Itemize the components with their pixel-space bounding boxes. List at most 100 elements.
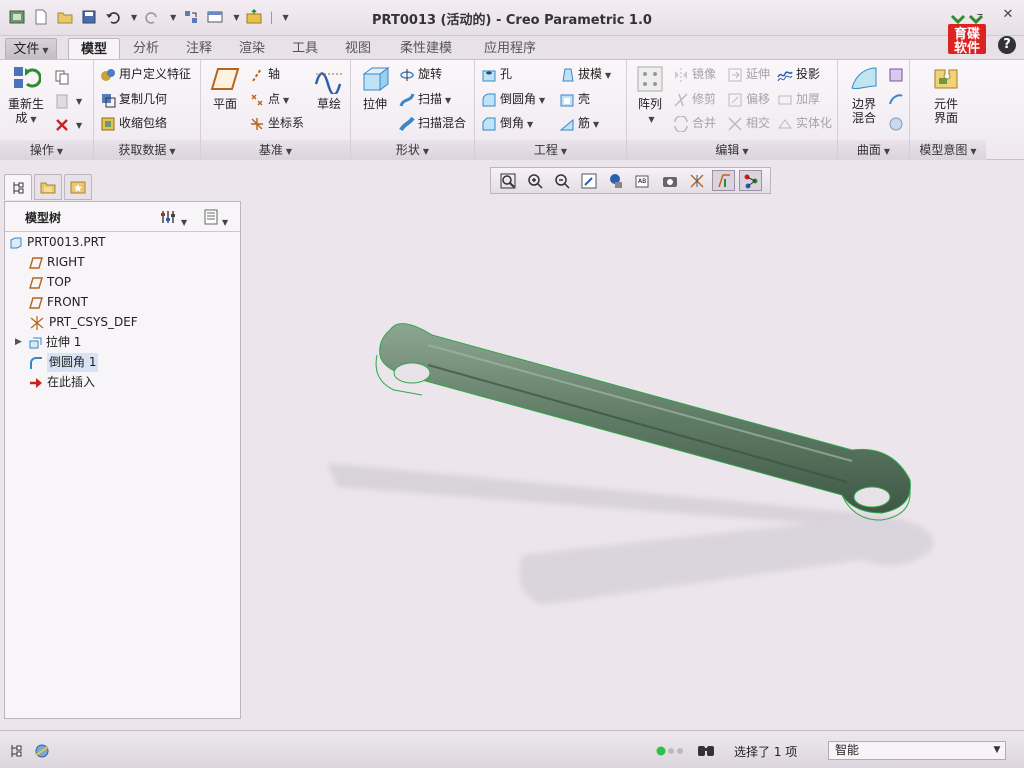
tab-flexible-modeling[interactable]: 柔性建模: [388, 38, 464, 60]
swept-blend-button[interactable]: 扫描混合: [399, 113, 466, 133]
trim-button[interactable]: 修剪: [673, 89, 716, 109]
tab-analysis[interactable]: 分析: [122, 38, 170, 60]
graphics-window[interactable]: [242, 195, 1024, 730]
display-style-button[interactable]: [604, 170, 627, 191]
chamfer-button[interactable]: 倒角 ▼: [481, 113, 533, 133]
group-label-model-intent[interactable]: 模型意图 ▼: [910, 140, 986, 160]
merge-button[interactable]: 合并: [673, 113, 716, 133]
csys-button[interactable]: 坐标系: [249, 113, 304, 133]
group-label-get-data[interactable]: 获取数据 ▼: [94, 140, 200, 160]
extrude-icon: [362, 67, 390, 91]
tree-item-part[interactable]: PRT0013.PRT: [9, 233, 105, 252]
group-label-editing[interactable]: 编辑 ▼: [627, 140, 837, 160]
tree-item-insert-here[interactable]: 在此插入: [29, 373, 95, 392]
selection-filter[interactable]: 智能 ▼: [828, 741, 1006, 760]
tree-settings-button[interactable]: ▼: [160, 209, 187, 228]
find-button[interactable]: [696, 741, 716, 762]
extend-button[interactable]: 延伸: [727, 64, 770, 84]
saved-orientations-button[interactable]: AB: [631, 170, 654, 191]
draft-button[interactable]: 拔模 ▼: [559, 64, 611, 84]
tree-show-button[interactable]: ▼: [203, 209, 228, 228]
tree-item-front[interactable]: FRONT: [29, 293, 88, 312]
copy-button[interactable]: [54, 66, 73, 86]
tab-render[interactable]: 渲染: [228, 38, 276, 60]
tree-item-top[interactable]: TOP: [29, 273, 71, 292]
thicken-button[interactable]: 加厚: [777, 89, 820, 109]
datum-display-button[interactable]: [712, 170, 735, 191]
favorites-icon: [70, 181, 86, 194]
rib-button[interactable]: 筋 ▼: [559, 113, 599, 133]
close-button[interactable]: ✕: [1000, 8, 1016, 22]
tab-applications[interactable]: 应用程序: [472, 38, 548, 60]
display-style-icon: [609, 173, 622, 188]
folder-browser-tab[interactable]: [34, 174, 62, 200]
intersect-button[interactable]: 相交: [727, 113, 770, 133]
copy-geometry-button[interactable]: 复制几何: [100, 89, 167, 109]
plane-button[interactable]: 平面: [207, 64, 243, 111]
shrinkwrap-button[interactable]: 收缩包络: [100, 113, 167, 133]
model-tree-tab[interactable]: [4, 174, 32, 200]
tree-item-right[interactable]: RIGHT: [29, 253, 85, 272]
style-surface-button[interactable]: [888, 89, 907, 109]
style-surface-icon: [889, 93, 903, 104]
boundary-blend-button[interactable]: 边界 混合: [842, 64, 886, 125]
browser-toggle-button[interactable]: [34, 743, 52, 762]
expand-arrow-icon[interactable]: ▶: [15, 333, 22, 352]
group-label-operations[interactable]: 操作 ▼: [0, 140, 93, 160]
tab-annotate[interactable]: 注释: [175, 38, 223, 60]
round-button[interactable]: 倒圆角 ▼: [481, 89, 545, 109]
tab-view[interactable]: 视图: [334, 38, 382, 60]
extrude-button[interactable]: 拉伸: [355, 64, 395, 111]
regenerate-button[interactable]: 重新生成 ▼: [6, 64, 46, 127]
sketch-button[interactable]: 草绘: [311, 64, 347, 111]
tab-file[interactable]: 文件 ▼: [5, 38, 57, 60]
group-label-datum[interactable]: 基准 ▼: [201, 140, 350, 160]
axis-button[interactable]: 轴: [249, 64, 280, 84]
solidify-button[interactable]: 实体化: [777, 113, 832, 133]
tab-model[interactable]: 模型: [68, 38, 120, 60]
regen-status-indicator: [656, 745, 686, 759]
filter-dropdown-icon[interactable]: ▼: [989, 742, 1005, 759]
group-label-shapes[interactable]: 形状 ▼: [351, 140, 474, 160]
zoom-out-button[interactable]: [550, 170, 573, 191]
tree-item-extrude[interactable]: ▶ 拉伸 1: [15, 333, 81, 352]
pattern-button[interactable]: 阵列 ▼: [631, 64, 669, 127]
delete-button[interactable]: ▼: [54, 114, 82, 134]
group-label-engineering[interactable]: 工程 ▼: [475, 140, 626, 160]
draft-icon: [562, 68, 574, 81]
paste-button[interactable]: ▼: [54, 90, 82, 110]
annotation-display-button[interactable]: [739, 170, 762, 191]
shell-button[interactable]: 壳: [559, 89, 590, 109]
group-label-surfaces[interactable]: 曲面 ▼: [838, 140, 909, 160]
udf-button[interactable]: 用户定义特征: [100, 64, 191, 84]
project-button[interactable]: 投影: [777, 64, 820, 84]
tree-item-csys[interactable]: PRT_CSYS_DEF: [29, 313, 138, 332]
sweep-button[interactable]: 扫描 ▼: [399, 89, 451, 109]
model-tree-header: 模型树 ▼ ▼: [5, 202, 240, 232]
help-icon[interactable]: ?: [998, 36, 1016, 54]
paste-icon: [56, 94, 68, 108]
tree-item-round[interactable]: 倒圆角 1: [29, 353, 99, 372]
fill-surface-button[interactable]: [888, 64, 907, 84]
zoom-in-button[interactable]: [523, 170, 546, 191]
refit-button[interactable]: [496, 170, 519, 191]
point-button[interactable]: 点 ▼: [249, 89, 289, 109]
freestyle-button[interactable]: [888, 113, 907, 133]
trim-icon: [674, 92, 688, 107]
csys-icon: [251, 117, 263, 130]
hole-button[interactable]: 孔: [481, 64, 512, 84]
repaint-button[interactable]: [577, 170, 600, 191]
offset-button[interactable]: 偏移: [727, 89, 770, 109]
mirror-button[interactable]: 镜像: [673, 64, 716, 84]
favorites-tab[interactable]: [64, 174, 92, 200]
tab-tools[interactable]: 工具: [281, 38, 329, 60]
component-interface-button[interactable]: 元件 界面: [924, 64, 968, 125]
spin-center-button[interactable]: [685, 170, 708, 191]
view-manager-button[interactable]: [658, 170, 681, 191]
browser-icon: [35, 744, 49, 758]
group-model-intent: 元件 界面 模型意图 ▼: [910, 60, 986, 160]
revolve-button[interactable]: 旋转: [399, 64, 442, 84]
csys-icon: [30, 315, 44, 330]
navigator-toggle-button[interactable]: [8, 743, 26, 762]
fill-surface-icon: [889, 68, 903, 81]
